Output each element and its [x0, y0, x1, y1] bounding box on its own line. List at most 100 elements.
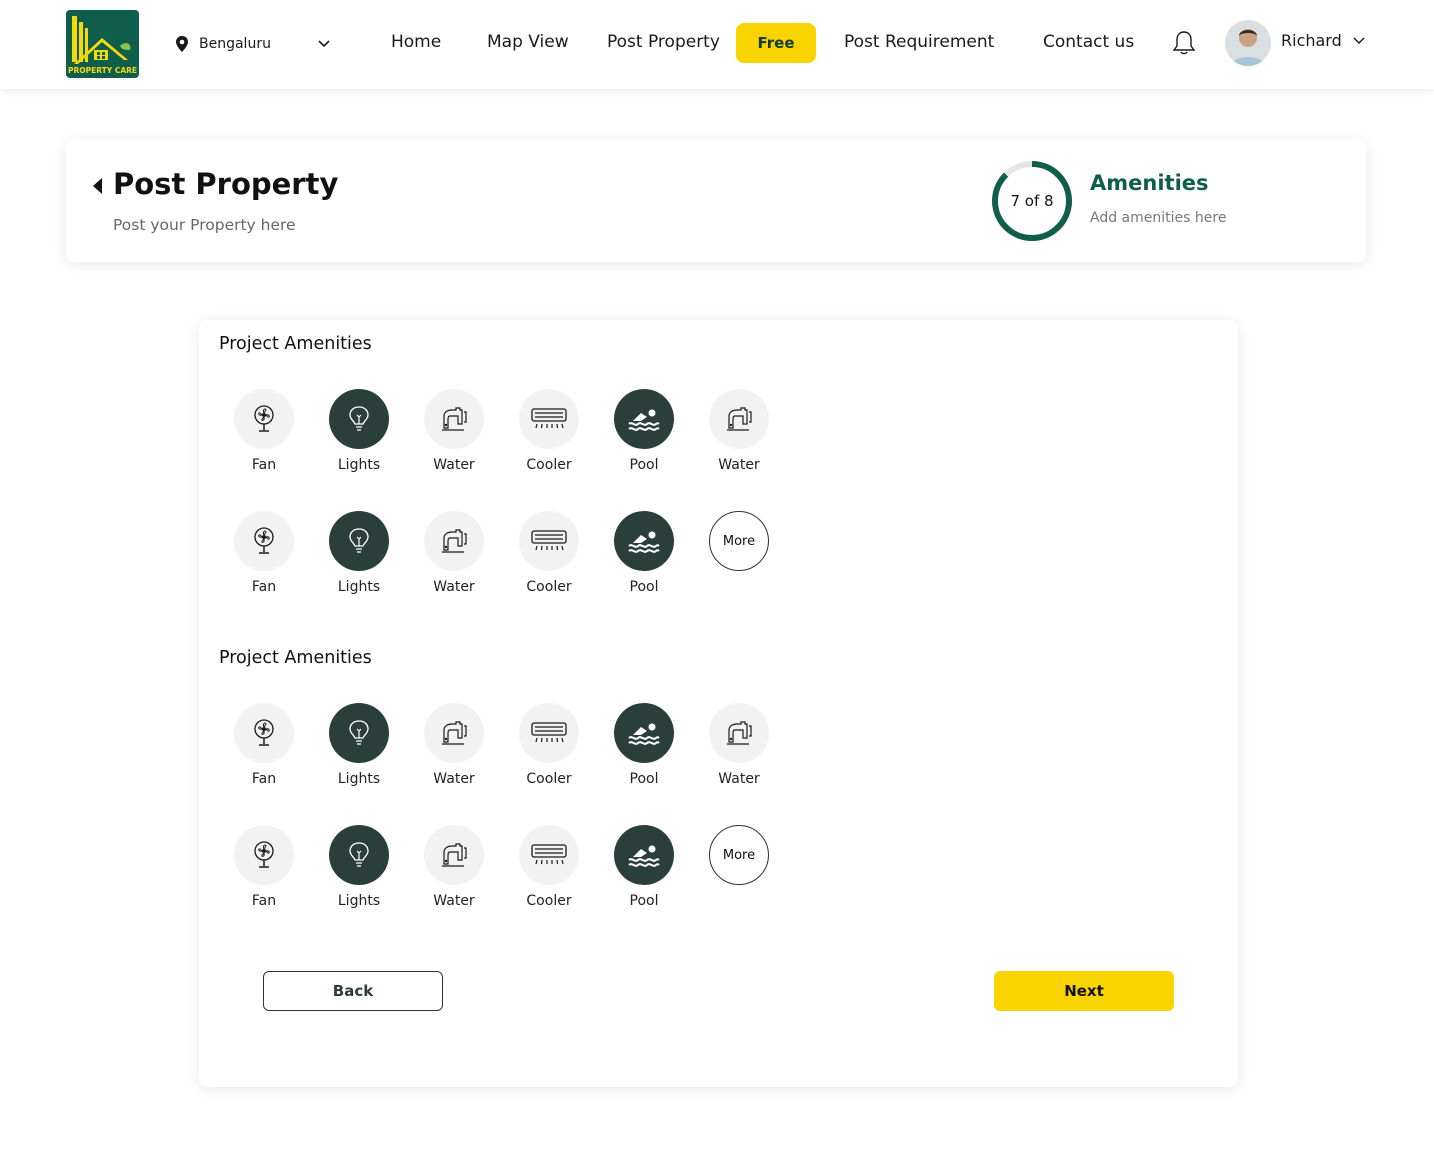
section-title-amenities: Project Amenities: [219, 648, 372, 668]
amenity-pool[interactable]: Pool: [599, 511, 689, 603]
nav-map-view[interactable]: Map View: [487, 32, 569, 52]
tap-icon: [424, 825, 484, 885]
tap-icon: [424, 703, 484, 763]
nav-home[interactable]: Home: [391, 32, 441, 52]
amenities-panel: Back Next Project Amenities Fan Lights Wate…: [199, 320, 1238, 1087]
amenity-label: Cooler: [526, 771, 572, 787]
amenity-cooler[interactable]: Cooler: [504, 389, 594, 481]
amenity-label: Lights: [337, 579, 381, 595]
page-title: Post Property: [113, 167, 339, 201]
amenity-label: Water: [433, 579, 475, 595]
amenity-pool[interactable]: Pool: [599, 389, 689, 481]
amenity-label: Cooler: [526, 893, 572, 909]
amenity-label: Fan: [251, 579, 277, 595]
nav-contact-us[interactable]: Contact us: [1043, 32, 1134, 52]
amenity-fan[interactable]: Fan: [219, 389, 309, 481]
tap-icon: [709, 389, 769, 449]
location-label: Bengaluru: [199, 36, 271, 52]
location-pin-icon: [176, 36, 188, 52]
top-header: PROPERTY CARE Bengaluru Home Map View Po…: [0, 0, 1434, 89]
amenity-cooler[interactable]: Cooler: [504, 703, 594, 795]
back-button[interactable]: Back: [263, 971, 443, 1011]
amenity-label: Pool: [629, 893, 659, 909]
fan-icon: [234, 825, 294, 885]
step-subtitle: Add amenities here: [1090, 210, 1227, 226]
amenity-water[interactable]: Water: [409, 703, 499, 795]
amenity-pool[interactable]: Pool: [599, 825, 689, 917]
amenity-label: Lights: [337, 893, 381, 909]
nav-post-property[interactable]: Post Property: [607, 32, 720, 52]
more-label: More: [709, 825, 769, 885]
amenity-cooler[interactable]: Cooler: [504, 825, 594, 917]
amenity-lights[interactable]: Lights: [314, 825, 404, 917]
amenity-label: Water: [718, 457, 760, 473]
amenity-label: Pool: [629, 457, 659, 473]
amenity-label: Water: [433, 893, 475, 909]
amenity-label: Lights: [337, 771, 381, 787]
amenity-fan[interactable]: Fan: [219, 511, 309, 603]
bulb-icon: [329, 825, 389, 885]
back-arrow-icon[interactable]: [91, 177, 103, 195]
amenity-water[interactable]: Water: [409, 825, 499, 917]
amenity-label: Fan: [251, 457, 277, 473]
bulb-icon: [329, 511, 389, 571]
swim-icon: [614, 511, 674, 571]
user-name[interactable]: Richard: [1281, 31, 1342, 50]
page-subtitle: Post your Property here: [113, 216, 296, 234]
amenity-label: Cooler: [526, 579, 572, 595]
next-button[interactable]: Next: [994, 971, 1174, 1011]
fan-icon: [234, 703, 294, 763]
logo-text: PROPERTY CARE: [67, 66, 138, 75]
amenity-cooler[interactable]: Cooler: [504, 511, 594, 603]
amenity-pool[interactable]: Pool: [599, 703, 689, 795]
amenity-water[interactable]: Water: [694, 389, 784, 481]
nav-post-requirement[interactable]: Post Requirement: [844, 32, 994, 52]
swim-icon: [614, 825, 674, 885]
more-amenities-button[interactable]: More: [694, 825, 784, 917]
tap-icon: [424, 389, 484, 449]
amenity-lights[interactable]: Lights: [314, 389, 404, 481]
tap-icon: [709, 703, 769, 763]
amenity-fan[interactable]: Fan: [219, 825, 309, 917]
amenity-label: Pool: [629, 771, 659, 787]
location-selector[interactable]: Bengaluru: [175, 33, 331, 55]
user-photo-icon: [1225, 20, 1271, 66]
ac-icon: [519, 825, 579, 885]
swim-icon: [614, 389, 674, 449]
swim-icon: [614, 703, 674, 763]
more-label: More: [709, 511, 769, 571]
fan-icon: [234, 511, 294, 571]
chevron-down-icon: [318, 40, 330, 48]
tap-icon: [424, 511, 484, 571]
amenity-label: Fan: [251, 893, 277, 909]
step-card: Post Property Post your Property here 7 …: [66, 139, 1366, 262]
amenity-label: Water: [718, 771, 760, 787]
step-title: Amenities: [1090, 171, 1209, 195]
free-badge[interactable]: Free: [736, 23, 816, 63]
bulb-icon: [329, 703, 389, 763]
amenity-label: Lights: [337, 457, 381, 473]
ac-icon: [519, 511, 579, 571]
bulb-icon: [329, 389, 389, 449]
amenity-fan[interactable]: Fan: [219, 703, 309, 795]
amenity-label: Fan: [251, 771, 277, 787]
ac-icon: [519, 703, 579, 763]
amenity-label: Water: [433, 457, 475, 473]
user-menu-chevron-icon[interactable]: [1352, 36, 1366, 46]
ac-icon: [519, 389, 579, 449]
user-avatar[interactable]: [1225, 20, 1271, 66]
amenity-water[interactable]: Water: [409, 511, 499, 603]
fan-icon: [234, 389, 294, 449]
amenity-water[interactable]: Water: [409, 389, 499, 481]
amenity-lights[interactable]: Lights: [314, 511, 404, 603]
more-amenities-button[interactable]: More: [694, 511, 784, 603]
amenity-label: Pool: [629, 579, 659, 595]
amenity-label: Water: [433, 771, 475, 787]
section-title-amenities: Project Amenities: [219, 334, 372, 354]
amenity-water[interactable]: Water: [694, 703, 784, 795]
property-care-logo[interactable]: PROPERTY CARE: [66, 10, 139, 78]
notification-bell-icon[interactable]: [1172, 30, 1196, 56]
step-progress-text: 7 of 8: [1010, 192, 1054, 210]
amenity-lights[interactable]: Lights: [314, 703, 404, 795]
amenity-label: Cooler: [526, 457, 572, 473]
